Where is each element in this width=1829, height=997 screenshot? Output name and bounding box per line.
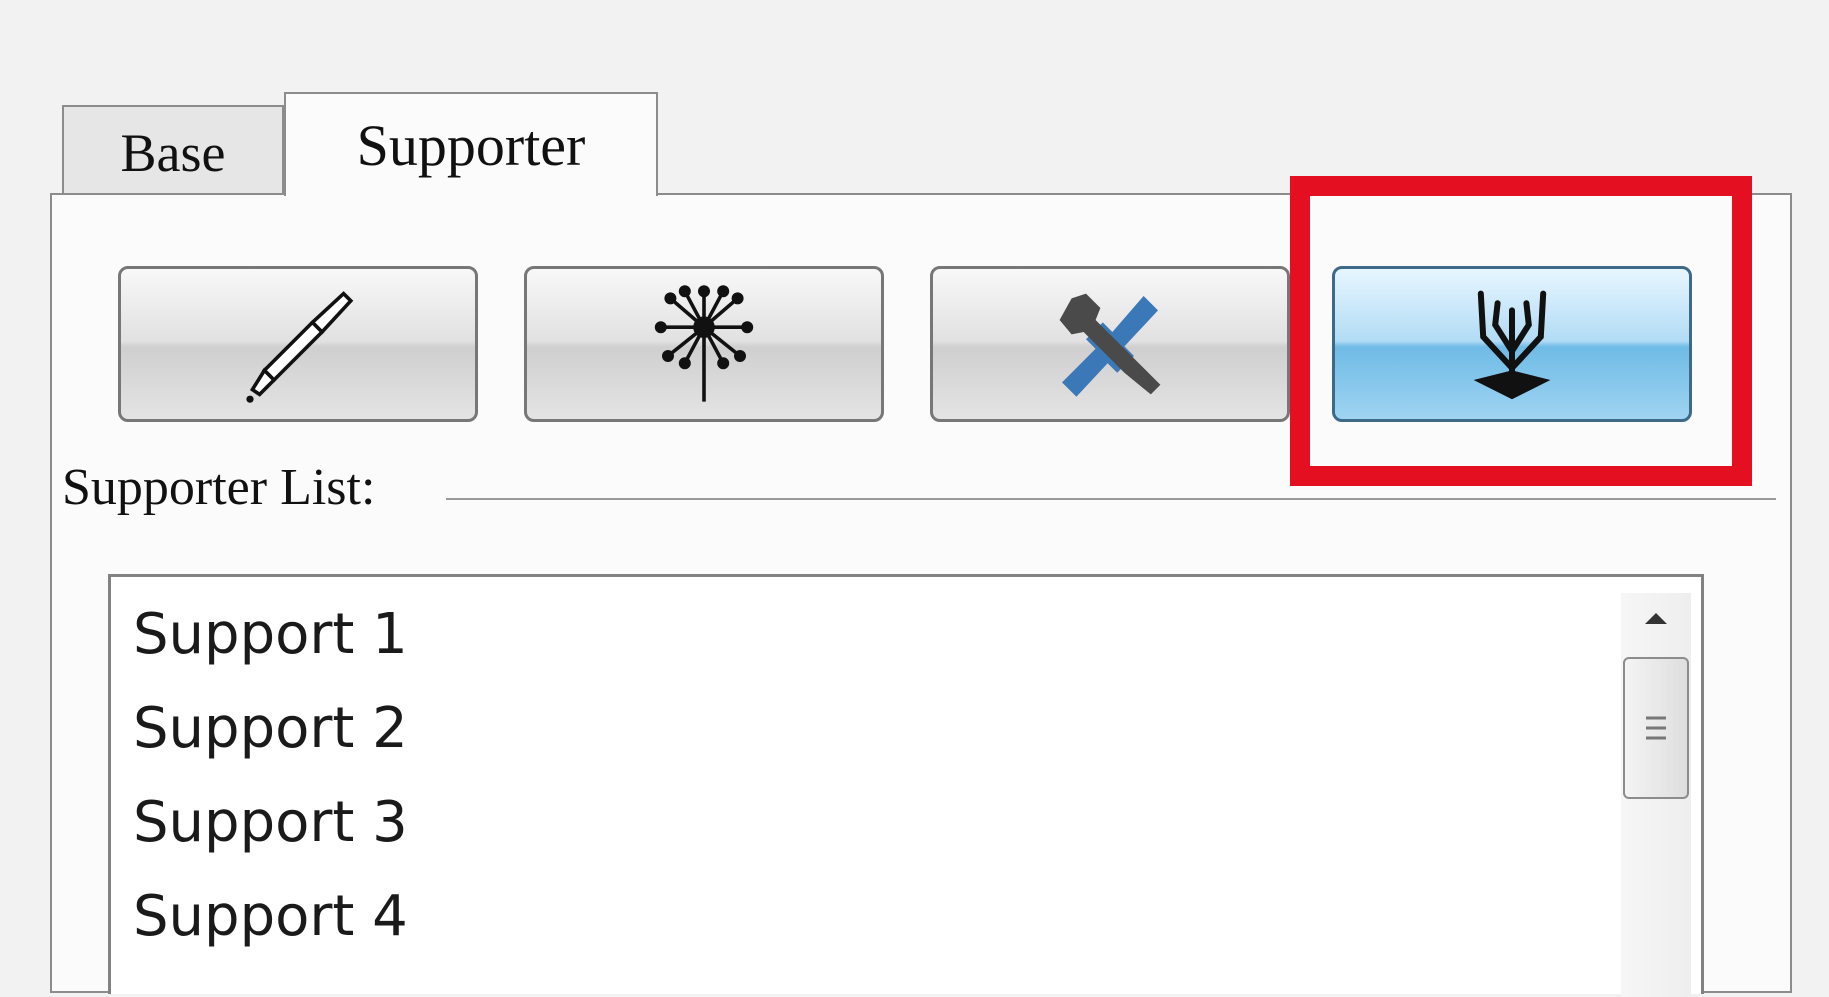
pipette-tool-button[interactable] <box>118 266 478 422</box>
tools-icon <box>1059 293 1161 397</box>
supporter-list-label: Supporter List: <box>62 459 376 516</box>
dandelion-icon <box>654 285 754 402</box>
tab-base[interactable]: Base <box>62 105 284 193</box>
list-item[interactable]: Support 4 <box>133 889 408 945</box>
tools-button[interactable] <box>930 266 1290 422</box>
grip-icon <box>1646 716 1666 740</box>
list-item[interactable]: Support 1 <box>133 607 408 663</box>
trident-support-icon <box>1473 290 1551 400</box>
list-item[interactable]: Support 2 <box>133 701 408 757</box>
supporter-listbox[interactable]: Support 1 Support 2 Support 3 Support 4 <box>108 574 1704 997</box>
group-divider <box>446 498 1776 500</box>
pipette-icon <box>246 291 354 403</box>
list-item[interactable]: Support 3 <box>133 795 408 851</box>
tab-base-label: Base <box>120 123 226 183</box>
scroll-up-arrow-icon[interactable] <box>1621 593 1691 643</box>
vertical-scrollbar[interactable] <box>1621 593 1691 997</box>
scroll-thumb[interactable] <box>1623 657 1689 799</box>
tab-supporter-label: Supporter <box>356 112 586 178</box>
dandelion-tool-button[interactable] <box>524 266 884 422</box>
tab-supporter[interactable]: Supporter <box>284 92 658 196</box>
trident-support-button[interactable] <box>1332 266 1692 422</box>
